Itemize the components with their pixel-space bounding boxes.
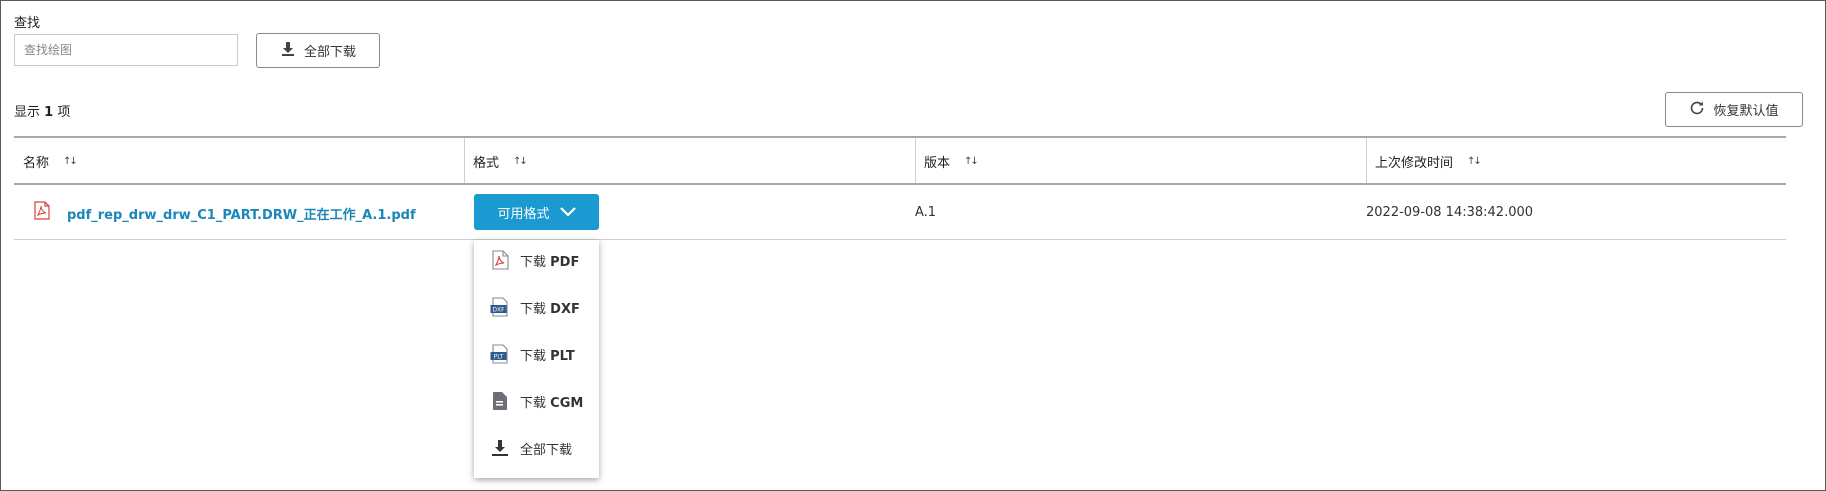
search-input[interactable]: [14, 34, 238, 66]
menu-item-download-pdf[interactable]: 下载 PDF: [474, 240, 599, 280]
column-header-modified[interactable]: 上次修改时间 ↑↓: [1366, 138, 1786, 184]
format-dropdown-menu: 下载 PDF DXF 下载 DXF PLT 下载 PLT 下载 CGM 全部下载: [474, 240, 599, 478]
column-divider: [915, 138, 916, 184]
row-divider: [14, 239, 1786, 240]
svg-text:DXF: DXF: [492, 307, 505, 314]
version-cell: A.1: [915, 205, 937, 220]
download-icon: [280, 41, 296, 61]
available-formats-button[interactable]: 可用格式: [474, 194, 599, 230]
menu-item-download-plt[interactable]: PLT 下载 PLT: [474, 334, 599, 374]
column-header-name[interactable]: 名称 ↑↓: [14, 138, 464, 184]
pdf-icon: [488, 248, 512, 272]
sort-icon[interactable]: ↑↓: [513, 156, 528, 167]
sort-icon[interactable]: ↑↓: [1467, 156, 1482, 167]
sort-icon[interactable]: ↑↓: [964, 156, 979, 167]
window-frame: [0, 0, 1826, 491]
download-icon: [488, 436, 512, 460]
download-all-label: 全部下载: [303, 45, 356, 60]
result-count: 显示 1 项: [14, 105, 71, 120]
file-name-link[interactable]: pdf_rep_drw_drw_C1_PART.DRW_正在工作_A.1.pdf: [67, 204, 416, 223]
refresh-icon: [1689, 100, 1705, 120]
column-divider: [464, 138, 465, 184]
dxf-icon: DXF: [488, 295, 512, 319]
reset-defaults-label: 恢复默认值: [1713, 104, 1779, 119]
menu-item-download-cgm[interactable]: 下载 CGM: [474, 381, 599, 421]
svg-text:PLT: PLT: [494, 354, 504, 361]
cgm-icon: [488, 389, 512, 413]
pdf-file-icon: [34, 201, 50, 224]
column-header-format[interactable]: 格式 ↑↓: [464, 138, 915, 184]
modified-cell: 2022-09-08 14:38:42.000: [1366, 205, 1534, 220]
reset-defaults-button[interactable]: 恢复默认值: [1665, 92, 1803, 127]
menu-item-download-dxf[interactable]: DXF 下载 DXF: [474, 287, 599, 327]
menu-item-download-all[interactable]: 全部下载: [474, 428, 599, 468]
search-label: 查找: [14, 16, 41, 31]
column-divider: [1366, 138, 1367, 184]
plt-icon: PLT: [488, 342, 512, 366]
sort-icon[interactable]: ↑↓: [63, 156, 78, 167]
available-formats-label: 可用格式: [497, 205, 550, 221]
table-header: 名称 ↑↓ 格式 ↑↓ 版本 ↑↓ 上次修改时间 ↑↓: [14, 138, 1786, 184]
download-all-button[interactable]: 全部下载: [256, 33, 380, 68]
column-header-version[interactable]: 版本 ↑↓: [915, 138, 1366, 184]
chevron-down-icon: [559, 205, 576, 220]
